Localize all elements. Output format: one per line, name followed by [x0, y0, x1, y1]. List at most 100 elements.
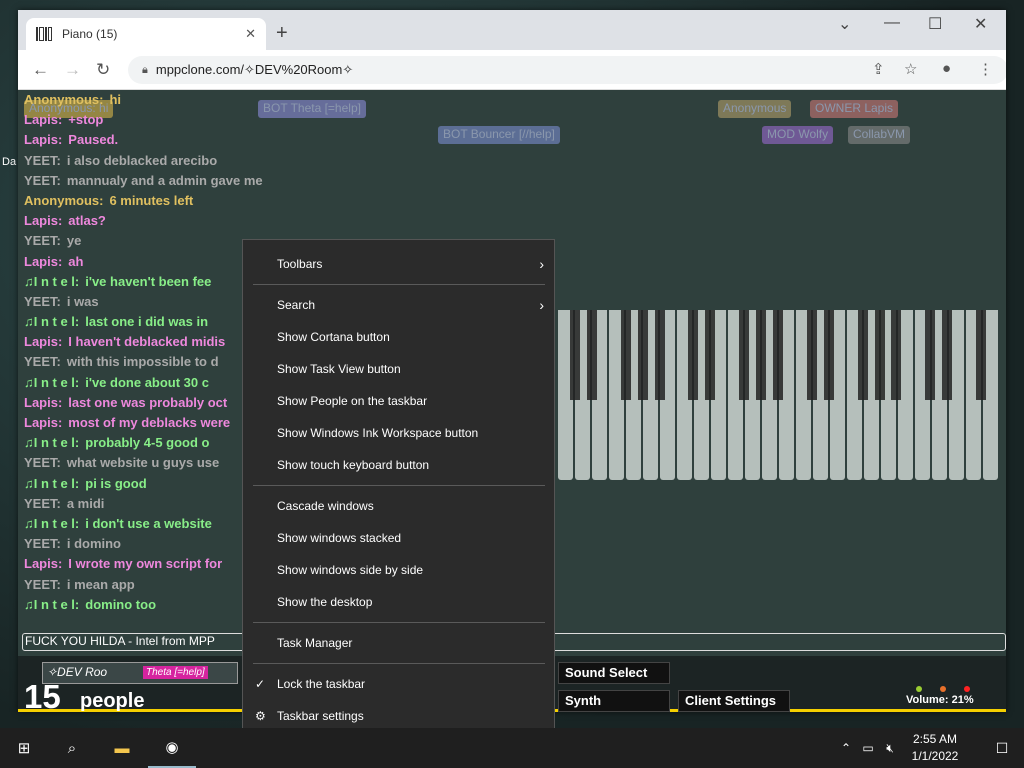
show-hidden-icons-chevron-icon[interactable]: ⌃	[836, 728, 856, 768]
menu-item-show-windows-ink-workspace-button[interactable]: Show Windows Ink Workspace button	[243, 418, 554, 448]
menu-item-show-cortana-button[interactable]: Show Cortana button	[243, 322, 554, 352]
menu-kebab-icon[interactable]: ⋮	[978, 60, 993, 78]
chat-nick[interactable]: ♫I n t e l:	[24, 476, 79, 491]
piano-black-key[interactable]	[739, 310, 750, 400]
piano-black-key[interactable]	[569, 310, 580, 400]
menu-item-taskbar-settings[interactable]: ⚙ Taskbar settings	[243, 701, 554, 731]
menu-item-show-windows-side-by-side[interactable]: Show windows side by side	[243, 555, 554, 585]
close-button[interactable]: ✕	[974, 14, 987, 34]
user-pill[interactable]: OWNER Lapis	[810, 100, 899, 118]
tab-piano[interactable]: Piano (15) ✕	[26, 18, 266, 50]
user-pill[interactable]: Anonymous	[718, 100, 792, 118]
user-pill[interactable]: MOD Wolfy	[762, 126, 834, 144]
profile-avatar-icon[interactable]: ●	[942, 60, 951, 77]
chat-nick[interactable]: ♫I n t e l:	[24, 314, 79, 329]
reload-icon[interactable]: ↻	[96, 60, 110, 80]
piano-black-key[interactable]	[823, 310, 834, 400]
chat-text: Paused.	[68, 132, 119, 148]
search-icon[interactable]: ⌕	[48, 728, 96, 768]
lock-icon[interactable]: 🔒︎	[142, 64, 148, 77]
piano-black-keys[interactable]	[558, 310, 998, 400]
chat-nick[interactable]: YEET:	[24, 496, 61, 511]
chat-text: i've haven't been fee	[85, 273, 212, 289]
menu-separator	[253, 284, 545, 285]
chat-nick[interactable]: YEET:	[24, 354, 61, 369]
piano-black-key[interactable]	[637, 310, 648, 400]
chat-nick[interactable]: Lapis:	[24, 213, 62, 228]
chat-nick[interactable]: Lapis:	[24, 415, 62, 430]
user-pill[interactable]: CollabVM	[848, 126, 911, 144]
menu-item-lock-the-taskbar[interactable]: ✓ Lock the taskbar	[243, 669, 554, 699]
chat-nick[interactable]: ♫I n t e l:	[24, 375, 79, 390]
piano-black-key[interactable]	[773, 310, 783, 400]
file-explorer-icon[interactable]: ▬	[98, 728, 146, 768]
piano-black-key[interactable]	[586, 310, 597, 400]
chat-nick[interactable]: ♫I n t e l:	[24, 435, 79, 450]
chat-nick[interactable]: YEET:	[24, 455, 61, 470]
synth-button[interactable]: Synth	[558, 690, 670, 712]
share-icon[interactable]: ⇪	[872, 60, 885, 78]
minimize-button[interactable]: —	[884, 14, 900, 32]
chat-nick[interactable]: Anonymous:	[24, 193, 103, 208]
piano-black-key[interactable]	[756, 310, 767, 400]
menu-item-show-the-desktop[interactable]: Show the desktop	[243, 587, 554, 617]
chat-nick[interactable]: YEET:	[24, 173, 61, 188]
piano-black-key[interactable]	[976, 310, 987, 400]
chat-nick[interactable]: YEET:	[24, 294, 61, 309]
new-tab-button[interactable]: +	[276, 22, 288, 45]
start-button[interactable]: ⊞	[0, 728, 48, 768]
chat-nick[interactable]: Anonymous:	[24, 92, 103, 107]
room-selector[interactable]: ✧DEV Roo Theta [=help]	[42, 662, 238, 684]
menu-item-task-manager[interactable]: Task Manager	[243, 628, 554, 658]
chat-nick[interactable]: Lapis:	[24, 254, 62, 269]
volume-muted-icon[interactable]: 🔇︎	[880, 728, 900, 768]
chat-nick[interactable]: YEET:	[24, 233, 61, 248]
piano-black-key[interactable]	[806, 310, 817, 400]
network-icon[interactable]: ▭	[858, 728, 878, 768]
menu-item-cascade-windows[interactable]: Cascade windows	[243, 491, 554, 521]
tab-search-icon[interactable]: ⌄	[838, 14, 851, 34]
sound-select-button[interactable]: Sound Select	[558, 662, 670, 684]
back-icon[interactable]: ←	[32, 60, 49, 80]
chat-text: i don't use a website	[85, 515, 212, 531]
bookmark-star-icon[interactable]: ☆	[904, 60, 917, 78]
piano-black-key[interactable]	[705, 310, 716, 400]
forward-icon[interactable]: →	[64, 60, 81, 80]
piano-black-key[interactable]	[925, 310, 936, 400]
clock-date: 1/1/2022	[911, 749, 959, 763]
taskbar-clock[interactable]: 2:55 AM 1/1/2022	[904, 731, 966, 765]
piano-black-key[interactable]	[857, 310, 868, 400]
menu-item-show-people-on-the-taskbar[interactable]: Show People on the taskbar	[243, 386, 554, 416]
chrome-icon[interactable]: ◉	[148, 728, 196, 768]
piano-black-key[interactable]	[942, 310, 953, 400]
chat-nick[interactable]: ♫I n t e l:	[24, 597, 79, 612]
chat-nick[interactable]: YEET:	[24, 577, 61, 592]
chat-nick[interactable]: YEET:	[24, 536, 61, 551]
maximize-button[interactable]: ☐	[928, 14, 942, 34]
menu-item-show-windows-stacked[interactable]: Show windows stacked	[243, 523, 554, 553]
menu-item-label: Show windows side by side	[277, 563, 424, 577]
chat-text: last one i did was in	[85, 314, 209, 330]
chat-nick[interactable]: Lapis:	[24, 112, 62, 127]
piano-black-key[interactable]	[620, 310, 631, 400]
chat-nick[interactable]: ♫I n t e l:	[24, 516, 79, 531]
piano-black-key[interactable]	[874, 310, 885, 400]
piano-black-key[interactable]	[688, 310, 699, 400]
notification-icon[interactable]: ☐	[980, 728, 1024, 768]
chat-nick[interactable]: ♫I n t e l:	[24, 274, 79, 289]
chat-nick[interactable]: YEET:	[24, 153, 61, 168]
menu-item-search[interactable]: Search ›	[243, 290, 554, 320]
piano-black-key[interactable]	[654, 310, 665, 400]
menu-item-show-touch-keyboard-button[interactable]: Show touch keyboard button	[243, 450, 554, 480]
client-settings-button[interactable]: Client Settings	[678, 690, 790, 712]
chat-nick[interactable]: Lapis:	[24, 556, 62, 571]
chat-nick[interactable]: Lapis:	[24, 395, 62, 410]
piano-black-key[interactable]	[891, 310, 902, 400]
menu-item-show-task-view-button[interactable]: Show Task View button	[243, 354, 554, 384]
tab-close-icon[interactable]: ✕	[245, 26, 256, 42]
chat-nick[interactable]: Lapis:	[24, 334, 62, 349]
chat-nick[interactable]: Lapis:	[24, 132, 62, 147]
menu-item-toolbars[interactable]: Toolbars ›	[243, 249, 554, 279]
volume-label[interactable]: Volume: 21%	[906, 694, 974, 706]
desktop-icon-label[interactable]: Da	[2, 156, 16, 168]
